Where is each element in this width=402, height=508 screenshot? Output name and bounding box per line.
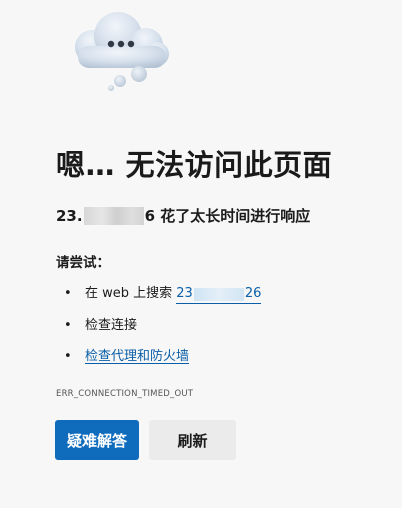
bullet-icon: • [64,349,72,364]
suggestion-list: • 在 web 上搜索 23 26 • 检查连接 • 检查代理和防火墙 [56,280,262,375]
error-page: 嗯… 无法访问此页面 23. 6 花了太长时间进行响应 请尝试： • 在 web… [0,0,402,508]
try-heading: 请尝试： [56,255,110,271]
cloud-illustration-icon [64,10,174,92]
bullet-icon: • [64,317,72,333]
error-code: ERR_CONNECTION_TIMED_OUT [56,389,194,399]
subtitle-message: 6 花了太长时间进行响应 [144,207,311,225]
troubleshoot-button[interactable]: 疑难解答 [55,420,139,460]
cloud-bubbles [108,66,147,91]
page-title: 嗯… 无法访问此页面 [56,148,333,182]
refresh-button[interactable]: 刷新 [149,420,236,460]
suggestion-search-web: • 在 web 上搜索 23 26 [56,280,262,312]
search-web-text: 在 web 上搜索 [85,286,177,301]
bullet-icon: • [64,286,72,301]
search-web-link[interactable]: 23 26 [176,286,262,304]
cloud-dots [107,40,135,48]
search-term-prefix: 23 [176,286,193,301]
cloud-body [75,12,169,68]
check-proxy-firewall-link[interactable]: 检查代理和防火墙 [85,349,189,364]
suggestion-check-proxy: • 检查代理和防火墙 [56,343,261,375]
suggestion-check-connection: • 检查连接 [56,312,261,344]
redacted-host [83,206,144,225]
subtitle-host-prefix: 23. [56,206,83,225]
redacted-search-term [193,287,244,301]
check-connection-text: 检查连接 [85,317,138,333]
error-subtitle: 23. 6 花了太长时间进行响应 [56,205,310,226]
search-term-suffix: 26 [244,286,262,301]
